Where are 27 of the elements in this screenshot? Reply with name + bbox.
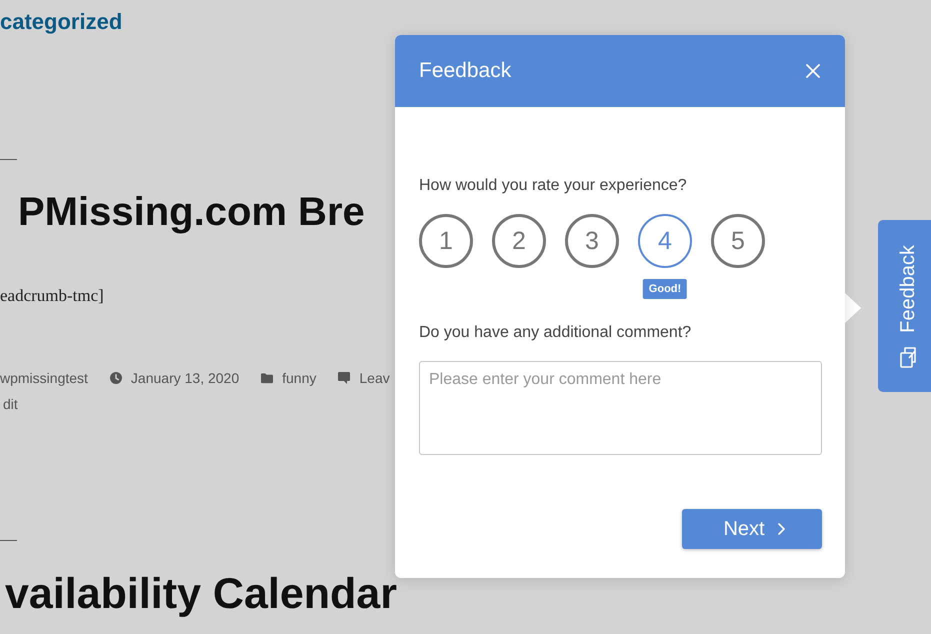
rating-option[interactable]: 1 [419, 214, 473, 268]
post-title[interactable]: vailability Calendar [5, 569, 397, 619]
comment-field[interactable]: Please enter your comment here [419, 361, 822, 455]
folder-icon [261, 372, 274, 384]
notepad-icon [900, 346, 916, 369]
rating-tooltip: Good! [642, 279, 688, 299]
comments-link[interactable]: Leav [359, 368, 390, 388]
rating-question: How would you rate your experience? [419, 176, 687, 196]
comment-question: Do you have any additional comment? [419, 323, 692, 343]
feedback-tab[interactable]: Feedback [878, 220, 931, 392]
category-link[interactable]: funny [282, 368, 316, 388]
rating-option[interactable]: 5 [711, 214, 765, 268]
post-text: eadcrumb-tmc] [0, 285, 104, 307]
post-title[interactable]: PMissing.com Bre [18, 188, 365, 236]
rating-option[interactable]: 2 [492, 214, 546, 268]
rating-option[interactable]: 4 [638, 214, 692, 268]
date-link[interactable]: January 13, 2020 [130, 368, 240, 388]
close-icon[interactable] [806, 64, 820, 78]
author-link[interactable]: wpmissingtest [0, 368, 88, 388]
dialog-title: Feedback [419, 58, 512, 84]
next-button[interactable]: Next [682, 509, 822, 549]
clock-icon [110, 372, 122, 384]
category-link[interactable]: categorized [0, 9, 122, 35]
comment-icon [338, 372, 350, 384]
edit-link[interactable]: dit [3, 394, 18, 414]
chevron-right-icon [778, 523, 785, 535]
rating-option[interactable]: 3 [565, 214, 619, 268]
